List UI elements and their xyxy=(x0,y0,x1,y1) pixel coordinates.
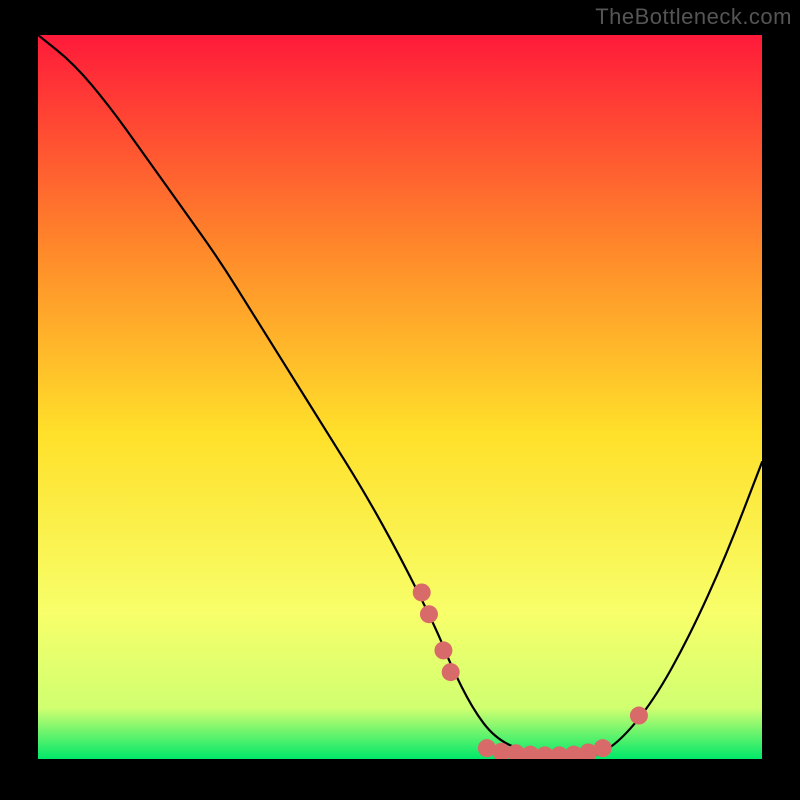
plot-area xyxy=(38,35,762,759)
highlight-dot xyxy=(630,707,648,725)
plot-svg xyxy=(38,35,762,759)
watermark: TheBottleneck.com xyxy=(595,4,792,30)
highlight-dot xyxy=(434,641,452,659)
chart-container: TheBottleneck.com xyxy=(0,0,800,800)
highlight-dot xyxy=(594,739,612,757)
gradient-background xyxy=(38,35,762,759)
highlight-dot xyxy=(442,663,460,681)
highlight-dot xyxy=(413,583,431,601)
highlight-dot xyxy=(420,605,438,623)
